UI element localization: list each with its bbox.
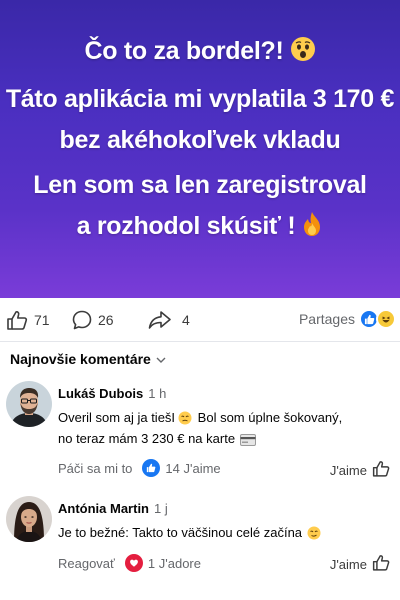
- thumbs-up-icon: [372, 554, 390, 574]
- share-arrow-icon: [148, 310, 172, 330]
- author-name[interactable]: Antónia Martin: [58, 501, 149, 516]
- banner-last-text: a rozhodol skúsiť !: [76, 212, 296, 240]
- reaction-count[interactable]: 14 J'aime: [165, 461, 220, 476]
- comments-sort-dropdown[interactable]: Najnovšie komentáre: [10, 351, 166, 367]
- comment-text-line-2: no teraz mám 3 230 € na karte: [58, 428, 257, 452]
- fire-icon: [301, 211, 323, 244]
- thumbs-up-icon: [6, 310, 28, 330]
- haha-reaction-icon: [376, 309, 396, 329]
- sort-label: Najnovšie komentáre: [10, 351, 151, 367]
- like-label: J'aime: [329, 462, 367, 478]
- comment-button[interactable]: 26: [72, 310, 114, 330]
- like-comment-button[interactable]: Páči sa mi to: [58, 461, 132, 476]
- comment-like-button[interactable]: J'aime: [330, 460, 390, 480]
- share-button[interactable]: 4: [148, 310, 190, 330]
- author-name[interactable]: Lukáš Dubois: [58, 386, 143, 401]
- comment-author[interactable]: Antónia Martin 1 j: [58, 501, 168, 516]
- banner-title: Čo to za bordel?!: [84, 37, 284, 65]
- credit-card-icon: [240, 431, 257, 452]
- smirk-face-icon: [307, 525, 321, 546]
- react-comment-button[interactable]: Reagovať: [58, 556, 115, 571]
- like-button[interactable]: 71: [6, 310, 50, 330]
- banner-line-5: a rozhodol skúsiť !: [0, 211, 400, 244]
- comment-count: 26: [98, 312, 114, 328]
- like-count: 71: [34, 312, 50, 328]
- partages-label: Partages: [298, 311, 355, 327]
- thumbs-up-icon: [372, 460, 390, 480]
- comment-text: Je to bežné: Takto to väčšinou celé začí…: [58, 525, 303, 540]
- banner-line-2: Táto aplikácia mi vyplatila 3 170 €: [5, 85, 395, 113]
- avatar[interactable]: [6, 496, 52, 542]
- post-actions-bar: 71 26 4 Partages: [0, 298, 400, 342]
- comment-time[interactable]: 1 j: [154, 501, 168, 516]
- partages-summary[interactable]: Partages: [299, 309, 396, 329]
- post-banner: Čo to za bordel?! Táto aplikácia mi vypl…: [0, 0, 400, 298]
- banner-line-1: Čo to za bordel?!: [0, 36, 400, 69]
- comment-text-line-1: Je to bežné: Takto to väčšinou celé začí…: [58, 522, 321, 546]
- banner-line-3: bez akéhokoľvek vkladu: [59, 126, 341, 154]
- astonished-face-icon: [290, 36, 316, 69]
- reaction-count[interactable]: 1 J'adore: [148, 556, 201, 571]
- share-count: 4: [182, 312, 190, 328]
- banner-line-4: Len som sa len zaregistroval: [33, 171, 367, 199]
- comment-author[interactable]: Lukáš Dubois 1 h: [58, 386, 166, 401]
- comment-like-button[interactable]: J'aime: [330, 554, 390, 574]
- like-label: J'aime: [329, 556, 367, 572]
- like-reaction-icon: [142, 459, 161, 477]
- heart-reaction-icon: [124, 554, 143, 572]
- chevron-down-icon: [156, 351, 166, 367]
- comment-footer: Páči sa mi to 14 J'aime: [58, 459, 221, 477]
- comment-text-suffix: Bol som úplne šokovaný,: [197, 410, 343, 425]
- comment-time[interactable]: 1 h: [148, 386, 166, 401]
- comment-text: Overil som aj ja tiešI: [58, 410, 176, 425]
- comment-text: no teraz mám 3 230 € na karte: [58, 431, 236, 446]
- comment-bubble-icon: [72, 310, 92, 330]
- comment-footer: Reagovať 1 J'adore: [58, 554, 201, 572]
- avatar[interactable]: [6, 381, 52, 427]
